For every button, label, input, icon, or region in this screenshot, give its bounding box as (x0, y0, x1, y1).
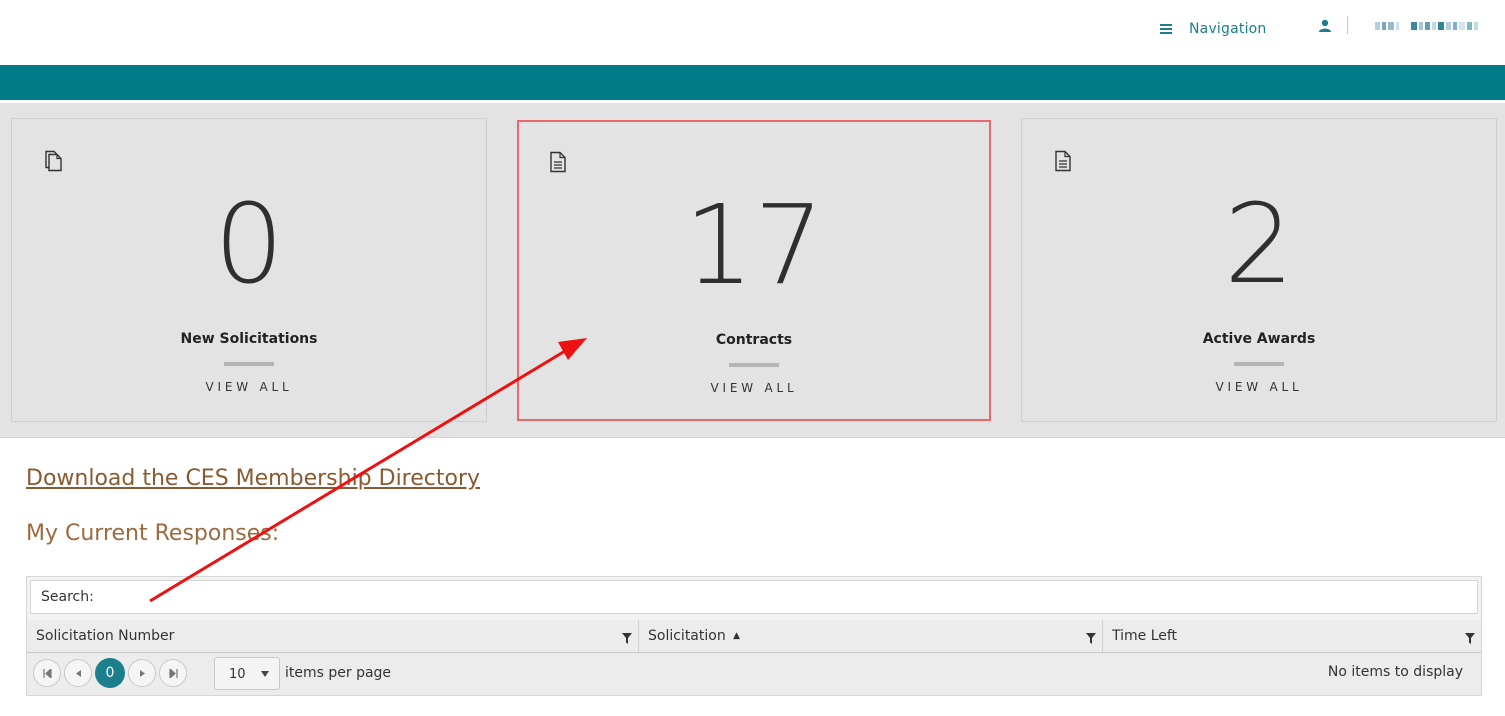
document-icon (550, 151, 566, 173)
card-title: Active Awards (1202, 331, 1316, 347)
search-input[interactable] (97, 582, 1477, 612)
card-divider (1234, 362, 1284, 366)
card-new-solicitations[interactable]: 0 New Solicitations VIEW ALL (11, 118, 487, 422)
filter-icon[interactable] (1465, 633, 1475, 644)
search-label: Search: (41, 589, 94, 605)
hamburger-icon (1160, 24, 1172, 34)
column-header-time-left[interactable]: Time Left (1103, 620, 1481, 653)
responses-grid: Search: Solicitation Number Solicitation… (26, 576, 1482, 696)
column-label: Time Left (1112, 628, 1178, 644)
stats-band: 0 New Solicitations VIEW ALL 17 Contract… (0, 103, 1505, 438)
next-page-icon (139, 669, 145, 677)
card-count: 2 (1224, 180, 1294, 308)
last-page-icon (168, 668, 178, 678)
filter-icon[interactable] (1086, 633, 1096, 644)
section-title: My Current Responses: (26, 521, 280, 546)
membership-directory-link[interactable]: Download the CES Membership Directory (26, 466, 480, 491)
current-page-button[interactable]: 0 (95, 658, 125, 688)
document-icon (1055, 150, 1071, 172)
column-label: Solicitation (648, 628, 726, 644)
card-active-awards[interactable]: 2 Active Awards VIEW ALL (1021, 118, 1497, 422)
column-label: Solicitation Number (36, 628, 175, 644)
top-header: Navigation (0, 0, 1505, 65)
sort-asc-icon: ▲ (733, 631, 741, 641)
view-all-link[interactable]: VIEW ALL (1022, 380, 1496, 394)
page-size-dropdown[interactable]: 10 (214, 657, 280, 690)
search-box: Search: (30, 580, 1478, 614)
pager-status: No items to display (1327, 664, 1463, 680)
page-size-value: 10 (229, 667, 246, 682)
column-header-solicitation-number[interactable]: Solicitation Number (27, 620, 639, 653)
user-name-redacted[interactable] (1375, 20, 1481, 32)
column-header-solicitation[interactable]: Solicitation ▲ (639, 620, 1103, 653)
navigation-label: Navigation (1189, 21, 1267, 37)
next-page-button[interactable] (128, 659, 156, 687)
navigation-button[interactable]: Navigation (1160, 18, 1267, 40)
items-per-page-label: items per page (285, 665, 392, 681)
card-count: 17 (684, 181, 824, 309)
card-divider (729, 363, 779, 367)
first-page-icon (42, 668, 52, 678)
previous-page-button[interactable] (64, 659, 92, 687)
first-page-button[interactable] (33, 659, 61, 687)
filter-icon[interactable] (622, 633, 632, 644)
card-contracts[interactable]: 17 Contracts VIEW ALL (517, 120, 991, 421)
user-icon[interactable] (1318, 19, 1332, 33)
grid-pager: 0 10 items per page No items to display (27, 653, 1481, 695)
view-all-link[interactable]: VIEW ALL (12, 380, 486, 394)
card-divider (224, 362, 274, 366)
previous-page-icon (75, 669, 81, 677)
teal-banner (0, 65, 1505, 100)
last-page-button[interactable] (159, 659, 187, 687)
header-divider (1347, 16, 1348, 34)
view-all-link[interactable]: VIEW ALL (519, 381, 989, 395)
documents-icon (45, 150, 62, 172)
card-title: Contracts (715, 332, 793, 348)
chevron-down-icon (261, 671, 269, 677)
card-title: New Solicitations (180, 331, 318, 347)
card-count: 0 (214, 180, 284, 308)
